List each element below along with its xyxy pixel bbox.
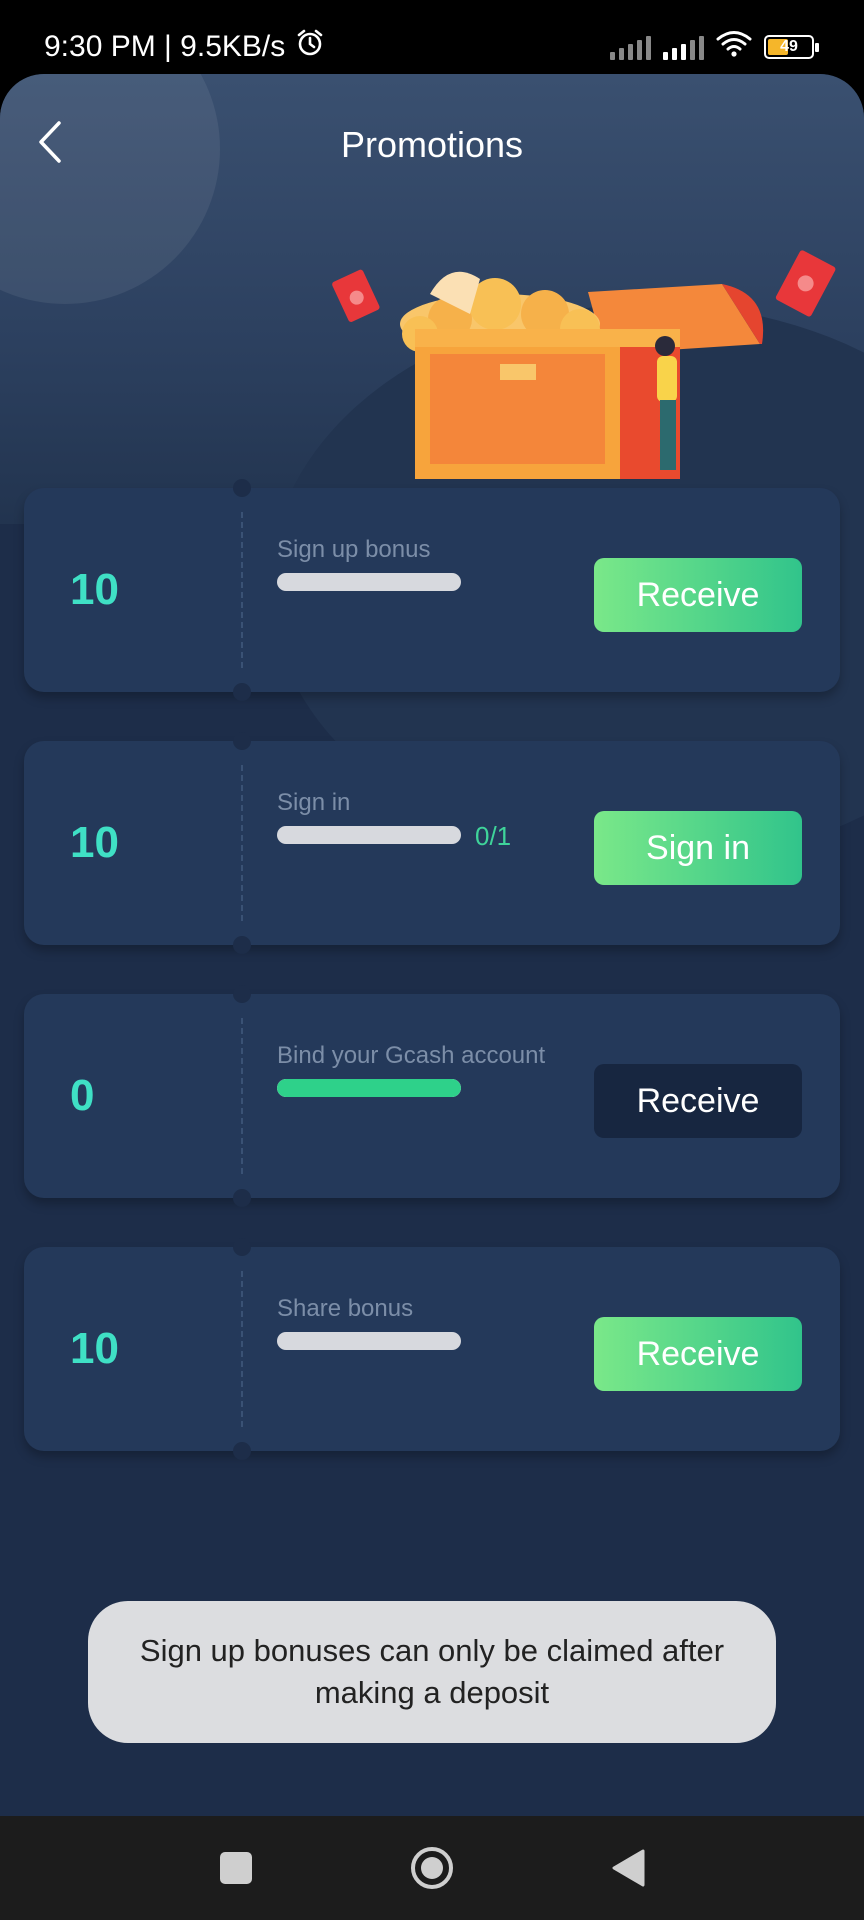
receive-button[interactable]: Receive [594, 558, 802, 632]
page-title: Promotions [340, 124, 524, 165]
task-label: Share bonus [277, 1295, 414, 1322]
progress-bar [277, 1079, 461, 1097]
home-button[interactable] [404, 1816, 460, 1920]
progress-text: 0/1 [475, 821, 512, 851]
status-time-speed: 9:30 PM | 9.5KB/s [44, 30, 286, 63]
battery-icon: 49 [764, 34, 819, 59]
toast-message: Sign up bonuses can only be claimed afte… [88, 1601, 776, 1743]
task-label: Bind your Gcash account [277, 1042, 546, 1069]
bonus-amount: 10 [70, 1324, 119, 1373]
progress-bar [277, 573, 461, 591]
sign-in-button[interactable]: Sign in [594, 811, 802, 885]
receive-button[interactable]: Receive [594, 1064, 802, 1138]
bonus-amount: 10 [70, 565, 119, 614]
bonus-amount: 0 [70, 1071, 95, 1120]
bonus-amount: 10 [70, 818, 119, 867]
receive-button[interactable]: Receive [594, 1317, 802, 1391]
signal-icon [663, 34, 704, 60]
task-label: Sign in [277, 789, 351, 816]
alarm-icon [295, 28, 325, 66]
promotion-card-share: 10 Share bonus Receive [24, 1238, 840, 1460]
progress-bar [277, 1332, 461, 1350]
task-label: Sign up bonus [277, 536, 431, 563]
home-circle-icon [411, 1847, 453, 1889]
promotion-card-signup: 10 Sign up bonus Receive [24, 479, 840, 701]
status-bar: 9:30 PM | 9.5KB/s 49 [0, 0, 864, 78]
navigation-bar [0, 1816, 864, 1920]
app-screen: Promotions 10 Sign up bonus Receive 10 S… [0, 74, 864, 1816]
signal-icon [610, 34, 651, 60]
recent-apps-button[interactable] [208, 1816, 264, 1920]
triangle-back-icon [612, 1849, 645, 1887]
back-nav-button[interactable] [600, 1816, 656, 1920]
progress-bar [277, 826, 461, 844]
wifi-icon [716, 30, 752, 63]
square-icon [220, 1852, 252, 1884]
promotion-card-signin: 10 Sign in 0/1 Sign in [24, 732, 840, 954]
promotion-card-gcash: 0 Bind your Gcash account Receive [24, 985, 840, 1207]
battery-level: 49 [780, 37, 798, 55]
